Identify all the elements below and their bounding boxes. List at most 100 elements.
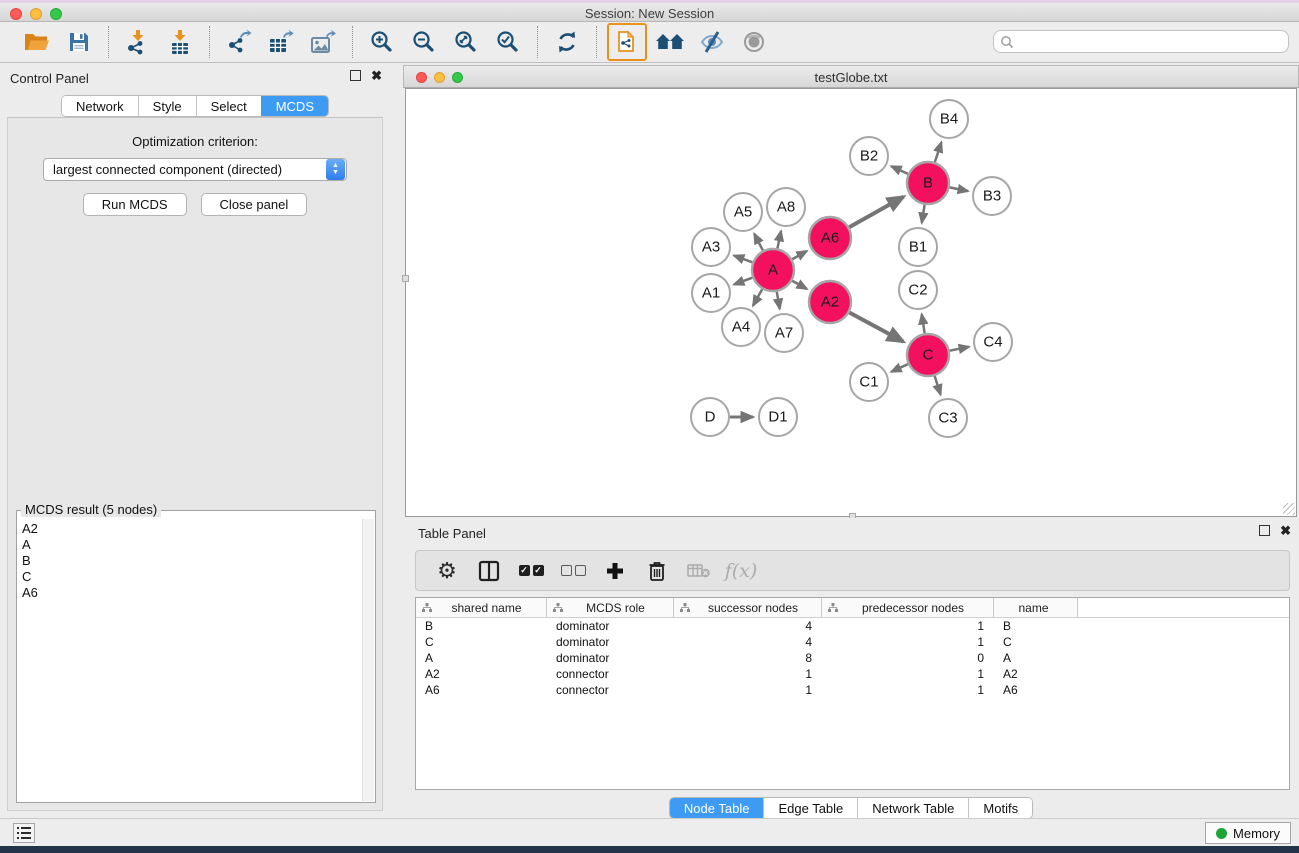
network-canvas[interactable]: B4 B2 B B3 B1 A5A8A6 A3 A A1A4A7A2 C2 C C4 C1 C3 D D1 xyxy=(405,88,1297,517)
graph-node-B4[interactable]: B4 xyxy=(930,100,968,138)
network-document-icon[interactable] xyxy=(607,23,647,61)
graph-edge-A2-C[interactable] xyxy=(849,312,903,341)
graph-edge-C-C2[interactable] xyxy=(922,314,925,333)
graph-node-A5[interactable]: A5 xyxy=(724,193,762,231)
column-header-name[interactable]: name xyxy=(994,598,1078,617)
list-item[interactable]: A2 xyxy=(22,521,358,537)
graph-node-A6[interactable]: A6 xyxy=(809,217,851,259)
graph-edge-C-C4[interactable] xyxy=(950,347,969,351)
tab-select[interactable]: Select xyxy=(196,96,261,116)
graph-node-A3[interactable]: A3 xyxy=(692,228,730,266)
table-row[interactable]: A2connector11A2 xyxy=(416,666,1289,682)
graph-edge-A-A5[interactable] xyxy=(754,234,763,251)
graph-node-A4[interactable]: A4 xyxy=(722,308,760,346)
zoom-fit-icon[interactable] xyxy=(447,25,485,59)
tab-network-table[interactable]: Network Table xyxy=(857,798,968,818)
graph-node-A[interactable]: A xyxy=(752,249,794,291)
graph-edge-C-C3[interactable] xyxy=(935,376,941,395)
graph-node-B1[interactable]: B1 xyxy=(899,228,937,266)
close-panel-button[interactable]: Close panel xyxy=(201,193,308,216)
close-panel-icon[interactable]: ✖ xyxy=(371,70,382,81)
graph-edge-A-A7[interactable] xyxy=(777,292,780,309)
open-session-icon[interactable] xyxy=(18,25,56,59)
criterion-dropdown[interactable]: largest connected component (directed) ▲… xyxy=(43,158,347,181)
tab-motifs[interactable]: Motifs xyxy=(968,798,1032,818)
table-row[interactable]: Cdominator41C xyxy=(416,634,1289,650)
table-row[interactable]: Adominator80A xyxy=(416,650,1289,666)
deselect-all-icon[interactable] xyxy=(556,555,590,587)
hide-graphics-icon[interactable] xyxy=(693,25,731,59)
graph-edge-A-A4[interactable] xyxy=(753,289,762,305)
graph-node-A2[interactable]: A2 xyxy=(809,281,851,323)
float-panel-icon[interactable] xyxy=(350,70,361,81)
save-session-icon[interactable] xyxy=(60,25,98,59)
graph-node-A1[interactable]: A1 xyxy=(692,274,730,312)
list-item[interactable]: A xyxy=(22,537,358,553)
add-column-icon[interactable] xyxy=(598,555,632,587)
refresh-icon[interactable] xyxy=(548,25,586,59)
list-item[interactable]: A6 xyxy=(22,585,358,601)
list-item[interactable]: C xyxy=(22,569,358,585)
tab-style[interactable]: Style xyxy=(138,96,196,116)
float-table-panel-icon[interactable] xyxy=(1259,525,1270,536)
graph-node-B[interactable]: B xyxy=(907,162,949,204)
mcds-result-list[interactable]: A2 A B C A6 xyxy=(18,519,362,801)
graph-edge-A-A2[interactable] xyxy=(792,281,807,289)
graph-edge-B-B2[interactable] xyxy=(891,166,908,174)
delete-column-trash-icon[interactable] xyxy=(640,555,674,587)
close-table-panel-icon[interactable]: ✖ xyxy=(1280,525,1291,536)
home-icon[interactable] xyxy=(651,25,689,59)
graph-node-C2[interactable]: C2 xyxy=(899,271,937,309)
export-table-icon[interactable] xyxy=(262,25,300,59)
column-header-successor-nodes[interactable]: successor nodes xyxy=(674,598,822,617)
tab-mcds[interactable]: MCDS xyxy=(261,96,328,116)
column-panel-icon[interactable] xyxy=(472,555,506,587)
zoom-in-icon[interactable] xyxy=(363,25,401,59)
column-header-shared-name[interactable]: shared name xyxy=(416,598,547,617)
show-graphics-icon[interactable] xyxy=(735,25,773,59)
graph-node-B2[interactable]: B2 xyxy=(850,137,888,175)
graph-edge-B-B3[interactable] xyxy=(950,187,968,191)
graph-edge-B-B4[interactable] xyxy=(935,142,942,162)
graph-edge-A-A3[interactable] xyxy=(734,256,752,263)
graph-edge-A-A6[interactable] xyxy=(792,251,807,259)
graph-node-A8[interactable]: A8 xyxy=(767,188,805,226)
result-scrollbar[interactable] xyxy=(362,519,374,801)
graph-edge-A-A1[interactable] xyxy=(734,278,752,285)
graph-edge-B-B1[interactable] xyxy=(922,205,925,223)
tab-network[interactable]: Network xyxy=(62,96,138,116)
tab-edge-table[interactable]: Edge Table xyxy=(763,798,857,818)
column-header-predecessor-nodes[interactable]: predecessor nodes xyxy=(822,598,994,617)
resize-handle-left[interactable] xyxy=(402,275,409,282)
graph-edge-A-A8[interactable] xyxy=(777,231,781,248)
zoom-out-icon[interactable] xyxy=(405,25,443,59)
graph-node-B3[interactable]: B3 xyxy=(973,177,1011,215)
resize-grip-corner[interactable] xyxy=(1283,503,1295,515)
graph-edge-A6-B[interactable] xyxy=(849,197,903,228)
search-field[interactable] xyxy=(993,30,1289,53)
graph-node-C[interactable]: C xyxy=(907,334,949,376)
graph-edge-C-C1[interactable] xyxy=(891,364,908,372)
memory-button[interactable]: Memory xyxy=(1205,822,1291,844)
table-row[interactable]: Bdominator41B xyxy=(416,618,1289,634)
task-history-button[interactable] xyxy=(13,823,35,843)
tab-node-table[interactable]: Node Table xyxy=(670,798,764,818)
graph-node-D[interactable]: D xyxy=(691,398,729,436)
select-all-icon[interactable]: ✓✓ xyxy=(514,555,548,587)
table-row[interactable]: A6connector11A6 xyxy=(416,682,1289,698)
search-input[interactable] xyxy=(1014,32,1288,51)
graph-node-D1[interactable]: D1 xyxy=(759,398,797,436)
export-image-icon[interactable] xyxy=(304,25,342,59)
import-network-icon[interactable] xyxy=(119,25,157,59)
graph-node-C4[interactable]: C4 xyxy=(974,323,1012,361)
run-mcds-button[interactable]: Run MCDS xyxy=(83,193,187,216)
graph-node-C3[interactable]: C3 xyxy=(929,399,967,437)
graph-node-A7[interactable]: A7 xyxy=(765,314,803,352)
list-item[interactable]: B xyxy=(22,553,358,569)
graph-node-C1[interactable]: C1 xyxy=(850,363,888,401)
export-network-icon[interactable] xyxy=(220,25,258,59)
column-header-mcds-role[interactable]: MCDS role xyxy=(547,598,674,617)
table-settings-gear-icon[interactable]: ⚙ xyxy=(430,555,464,587)
zoom-selected-icon[interactable] xyxy=(489,25,527,59)
import-table-icon[interactable] xyxy=(161,25,199,59)
